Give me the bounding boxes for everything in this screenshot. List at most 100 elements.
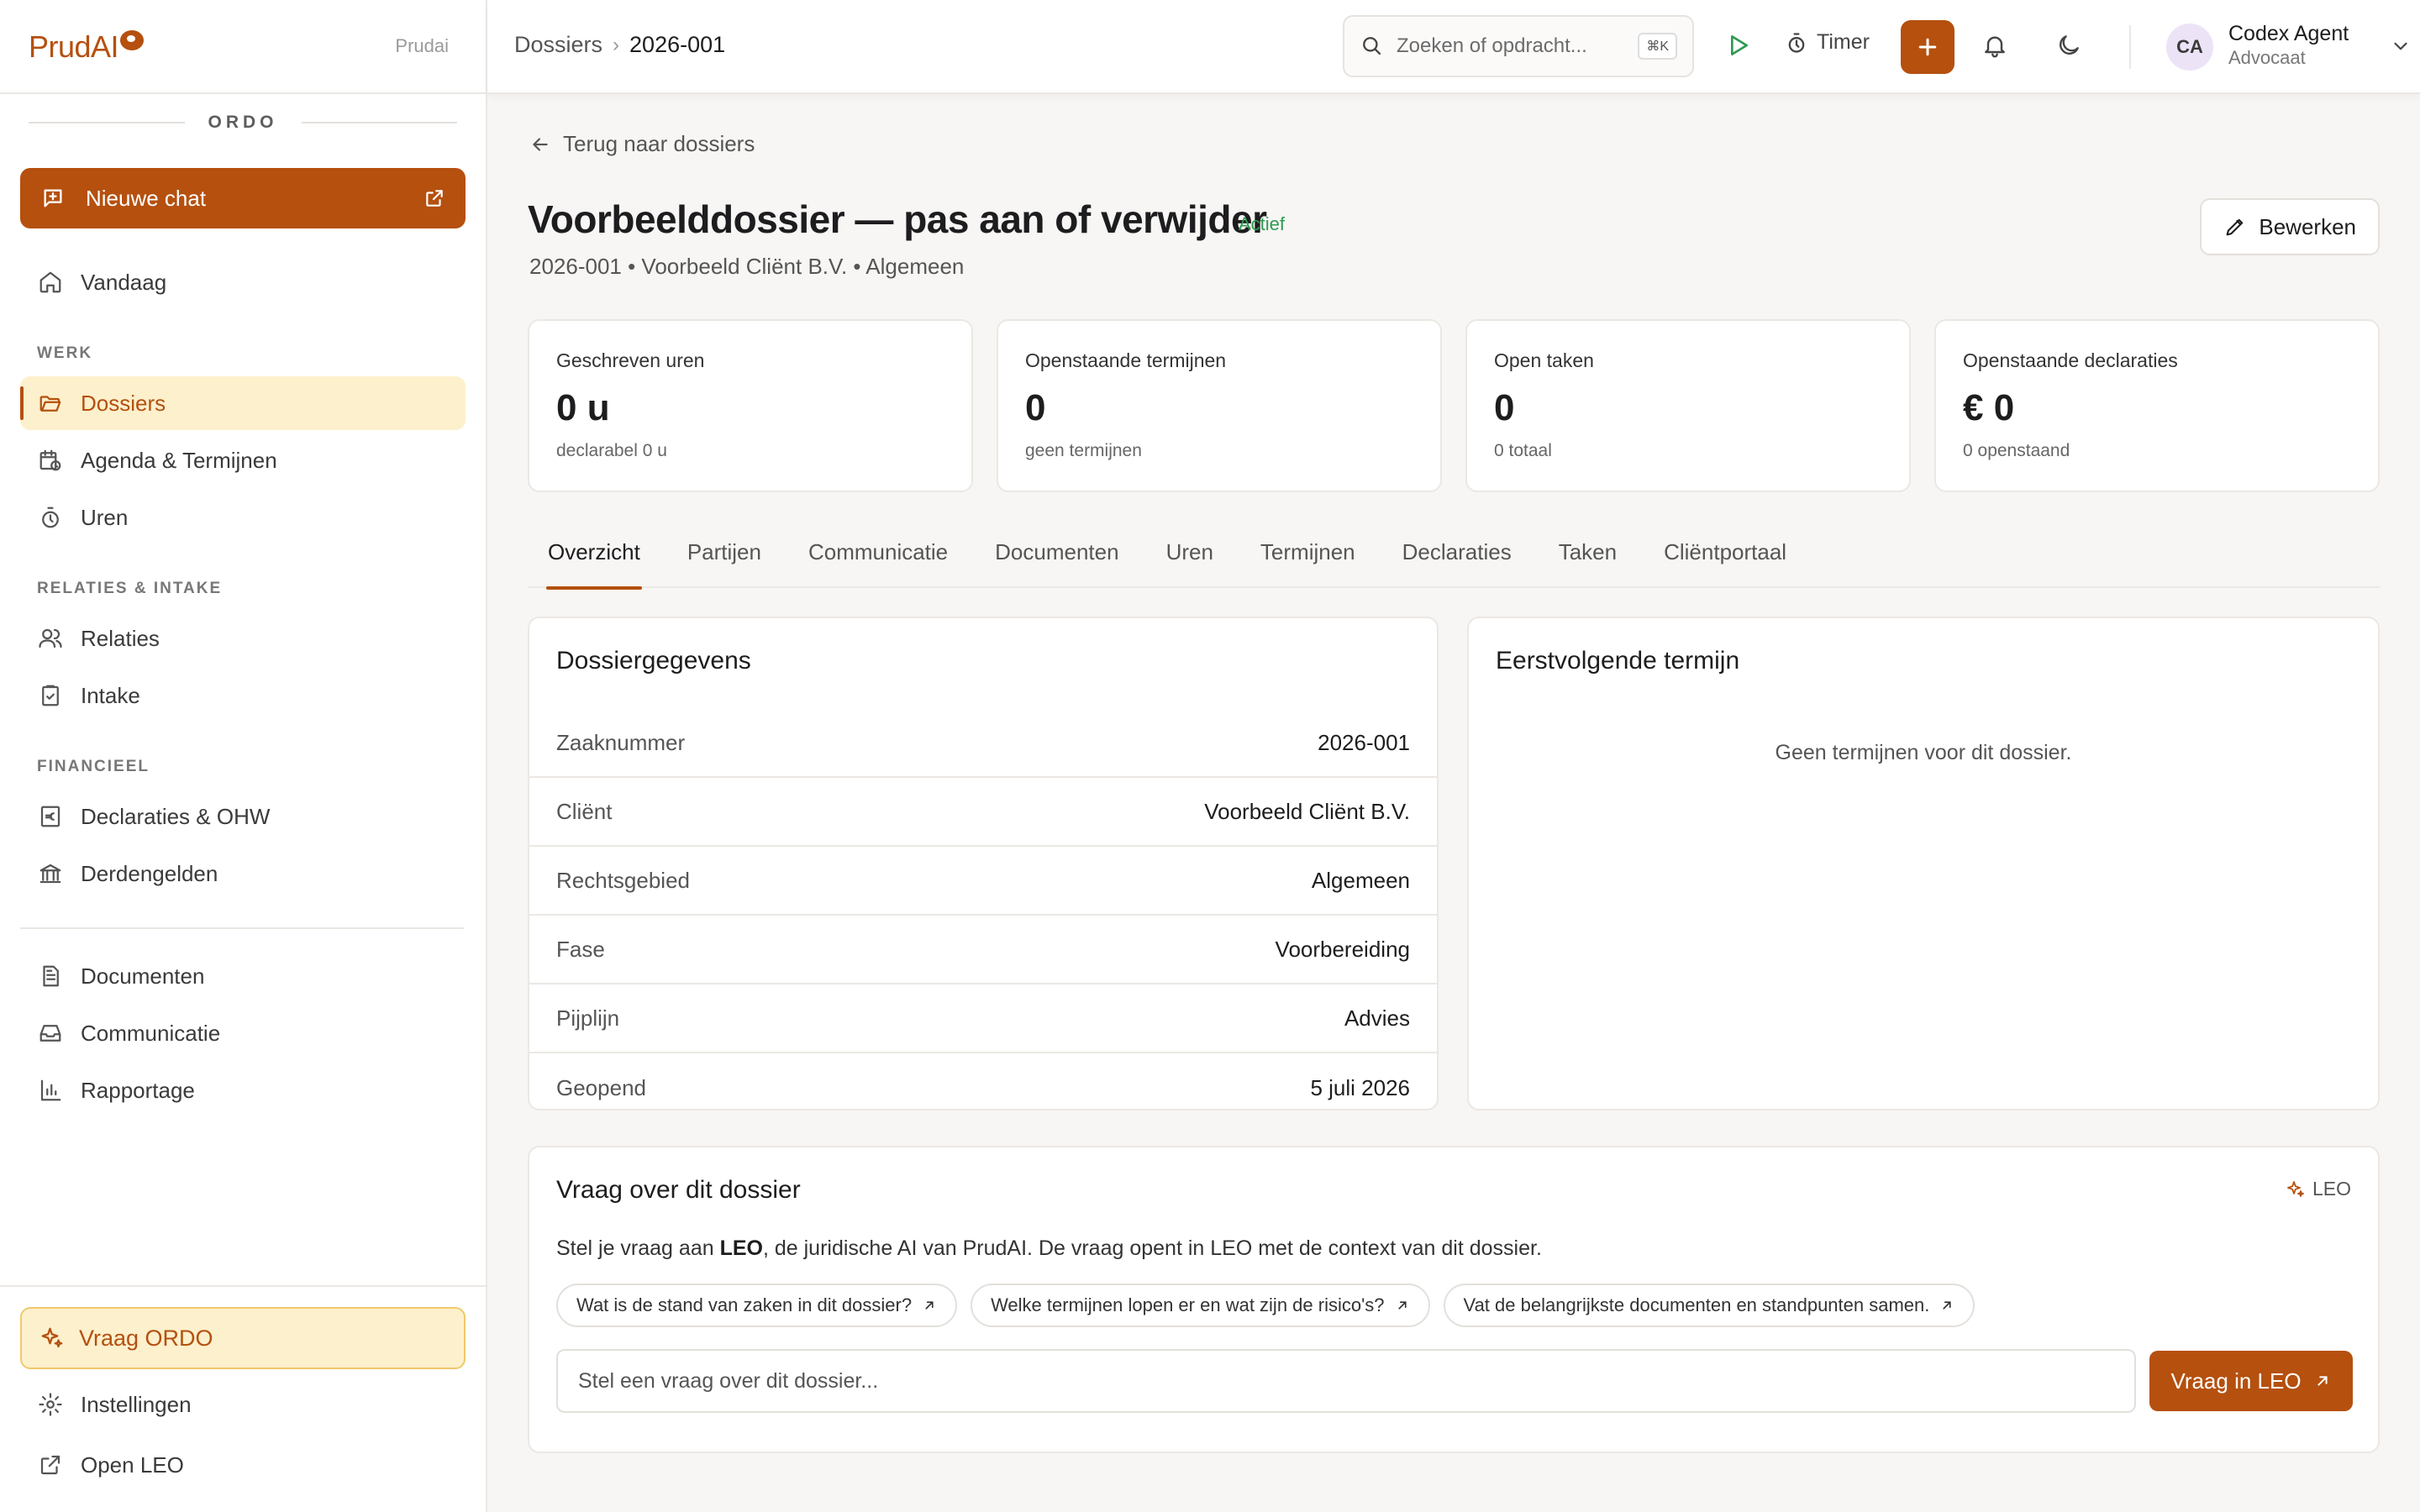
tab-documenten[interactable]: Documenten — [975, 528, 1139, 588]
edit-button[interactable]: Bewerken — [2200, 198, 2380, 255]
document-icon — [37, 963, 64, 990]
empty-state-message: Geen termijnen voor dit dossier. — [1775, 741, 2072, 764]
breadcrumb: Dossiers › 2026-001 — [514, 32, 725, 58]
plus-icon — [1918, 38, 1937, 56]
add-button[interactable] — [1901, 20, 1954, 74]
calendar-clock-icon — [37, 447, 64, 474]
chevron-down-icon[interactable] — [2390, 35, 2412, 57]
leo-tag-label: LEO — [2312, 1178, 2351, 1200]
suggestion-chip[interactable]: Wat is de stand van zaken in dit dossier… — [556, 1284, 958, 1327]
suggestion-chip[interactable]: Welke termijnen lopen er en wat zijn de … — [971, 1284, 1430, 1327]
divider — [0, 92, 486, 94]
ask-leo-card: Vraag over dit dossier LEO Stel je vraag… — [528, 1146, 2380, 1453]
stat-sub: declarabel 0 u — [556, 441, 667, 460]
ask-button-label: Vraag in LEO — [2170, 1368, 2302, 1394]
sidebar-item-uren[interactable]: Uren — [20, 491, 466, 544]
stat-label: Openstaande declaraties — [1963, 349, 2178, 371]
ask-question-input[interactable] — [556, 1349, 2136, 1413]
sidebar-item-declaraties[interactable]: Declaraties & OHW — [20, 790, 466, 843]
stat-card-taken: Open taken 0 0 totaal — [1465, 319, 1911, 492]
arrow-up-right-icon — [1939, 1298, 1954, 1313]
bell-icon[interactable] — [1981, 32, 2008, 59]
stat-sub: geen termijnen — [1025, 441, 1142, 460]
ask-in-leo-button[interactable]: Vraag in LEO — [2149, 1351, 2353, 1411]
sidebar-item-label: Vandaag — [81, 269, 167, 295]
sidebar-item-label: Uren — [81, 504, 129, 530]
section-label-werk: WERK — [37, 344, 93, 362]
sidebar-item-label: Derdengelden — [81, 860, 218, 886]
arrow-up-right-icon — [1395, 1298, 1410, 1313]
search-box[interactable]: Zoeken of opdracht... ⌘K — [1343, 15, 1694, 77]
tab-declaraties[interactable]: Declaraties — [1382, 528, 1532, 588]
detail-key: Pijplijn — [556, 1005, 620, 1031]
sidebar-item-documenten[interactable]: Documenten — [20, 949, 466, 1003]
tab-partijen[interactable]: Partijen — [667, 528, 781, 588]
ordo-label: ORDO — [208, 113, 278, 132]
moon-icon[interactable] — [2055, 32, 2082, 59]
user-name[interactable]: Codex Agent — [2228, 22, 2349, 46]
folder-open-icon — [37, 390, 64, 417]
detail-value: Advies — [1344, 1005, 1410, 1031]
tab-communicatie[interactable]: Communicatie — [788, 528, 968, 588]
detail-value: 2026-001 — [1318, 729, 1410, 755]
breadcrumb-separator-icon: › — [613, 33, 620, 56]
sidebar-item-communicatie[interactable]: Communicatie — [20, 1006, 466, 1060]
stat-sub: 0 totaal — [1494, 441, 1552, 460]
stat-value: 0 — [1025, 387, 1046, 428]
brand-logo[interactable]: PrudAI — [29, 29, 145, 66]
new-chat-button[interactable]: Nieuwe chat — [20, 168, 466, 228]
detail-key: Zaaknummer — [556, 729, 686, 755]
chat-plus-icon — [40, 186, 66, 211]
stat-value: 0 — [1494, 387, 1515, 428]
tab-uren[interactable]: Uren — [1146, 528, 1234, 588]
sidebar-item-dossiers[interactable]: Dossiers — [20, 376, 466, 430]
home-icon — [37, 269, 64, 296]
tab-termijnen[interactable]: Termijnen — [1240, 528, 1376, 588]
sidebar: PrudAI Prudai ORDO Nieuwe chat Vandaag W… — [0, 0, 487, 1512]
sidebar-item-agenda[interactable]: Agenda & Termijnen — [20, 433, 466, 487]
external-link-icon[interactable] — [424, 187, 445, 209]
avatar[interactable]: CA — [2166, 24, 2213, 71]
timer-button[interactable]: Timer — [1785, 30, 1870, 55]
sidebar-item-derdengelden[interactable]: Derdengelden — [20, 847, 466, 900]
sidebar-item-vandaag[interactable]: Vandaag — [20, 255, 466, 309]
sidebar-item-label: Communicatie — [81, 1020, 221, 1046]
next-deadline-card: Eerstvolgende termijn Geen termijnen voo… — [1467, 617, 2380, 1110]
chip-label: Welke termijnen lopen er en wat zijn de … — [991, 1294, 1385, 1315]
sidebar-item-relaties[interactable]: Relaties — [20, 612, 466, 665]
sidebar-item-open-leo[interactable]: Open LEO — [20, 1438, 466, 1492]
card-title: Vraag over dit dossier — [556, 1176, 801, 1204]
arrow-up-right-icon — [2313, 1372, 2332, 1390]
sidebar-item-rapportage[interactable]: Rapportage — [20, 1063, 466, 1117]
search-placeholder: Zoeken of opdracht... — [1397, 34, 1587, 57]
sidebar-item-instellingen[interactable]: Instellingen — [20, 1378, 466, 1431]
bank-icon — [37, 860, 64, 887]
sidebar-item-intake[interactable]: Intake — [20, 669, 466, 722]
suggestion-chip[interactable]: Vat de belangrijkste documenten en stand… — [1443, 1284, 1975, 1327]
euro-document-icon — [37, 803, 64, 830]
tab-overzicht[interactable]: Overzicht — [528, 528, 660, 590]
leo-tag: LEO — [2286, 1178, 2351, 1200]
detail-key: Fase — [556, 936, 605, 962]
sidebar-item-label: Instellingen — [81, 1391, 192, 1417]
sidebar-item-label: Documenten — [81, 963, 205, 989]
detail-value: Algemeen — [1311, 867, 1410, 893]
edit-label: Bewerken — [2259, 213, 2356, 239]
sparkle-icon — [2286, 1179, 2306, 1200]
breadcrumb-dossiers[interactable]: Dossiers — [514, 32, 602, 58]
suggestion-chips: Wat is de stand van zaken in dit dossier… — [556, 1284, 1975, 1327]
tab-clientportaal[interactable]: Cliëntportaal — [1644, 528, 1807, 588]
stat-value: € 0 — [1963, 387, 2015, 428]
clipboard-check-icon — [37, 682, 64, 709]
tab-taken[interactable]: Taken — [1539, 528, 1637, 588]
ask-ordo-button[interactable]: Vraag ORDO — [20, 1307, 466, 1369]
stopwatch-icon — [37, 504, 64, 531]
chip-label: Wat is de stand van zaken in dit dossier… — [576, 1294, 913, 1315]
dossier-tabs: Overzicht Partijen Communicatie Document… — [528, 528, 2380, 590]
brand-name: PrudAI — [29, 29, 119, 64]
section-label-financieel: FINANCIEEL — [37, 758, 150, 775]
play-icon[interactable] — [1724, 32, 1751, 59]
detail-value: 5 juli 2026 — [1310, 1074, 1410, 1100]
arrow-left-icon — [529, 134, 551, 155]
back-link[interactable]: Terug naar dossiers — [529, 131, 755, 157]
